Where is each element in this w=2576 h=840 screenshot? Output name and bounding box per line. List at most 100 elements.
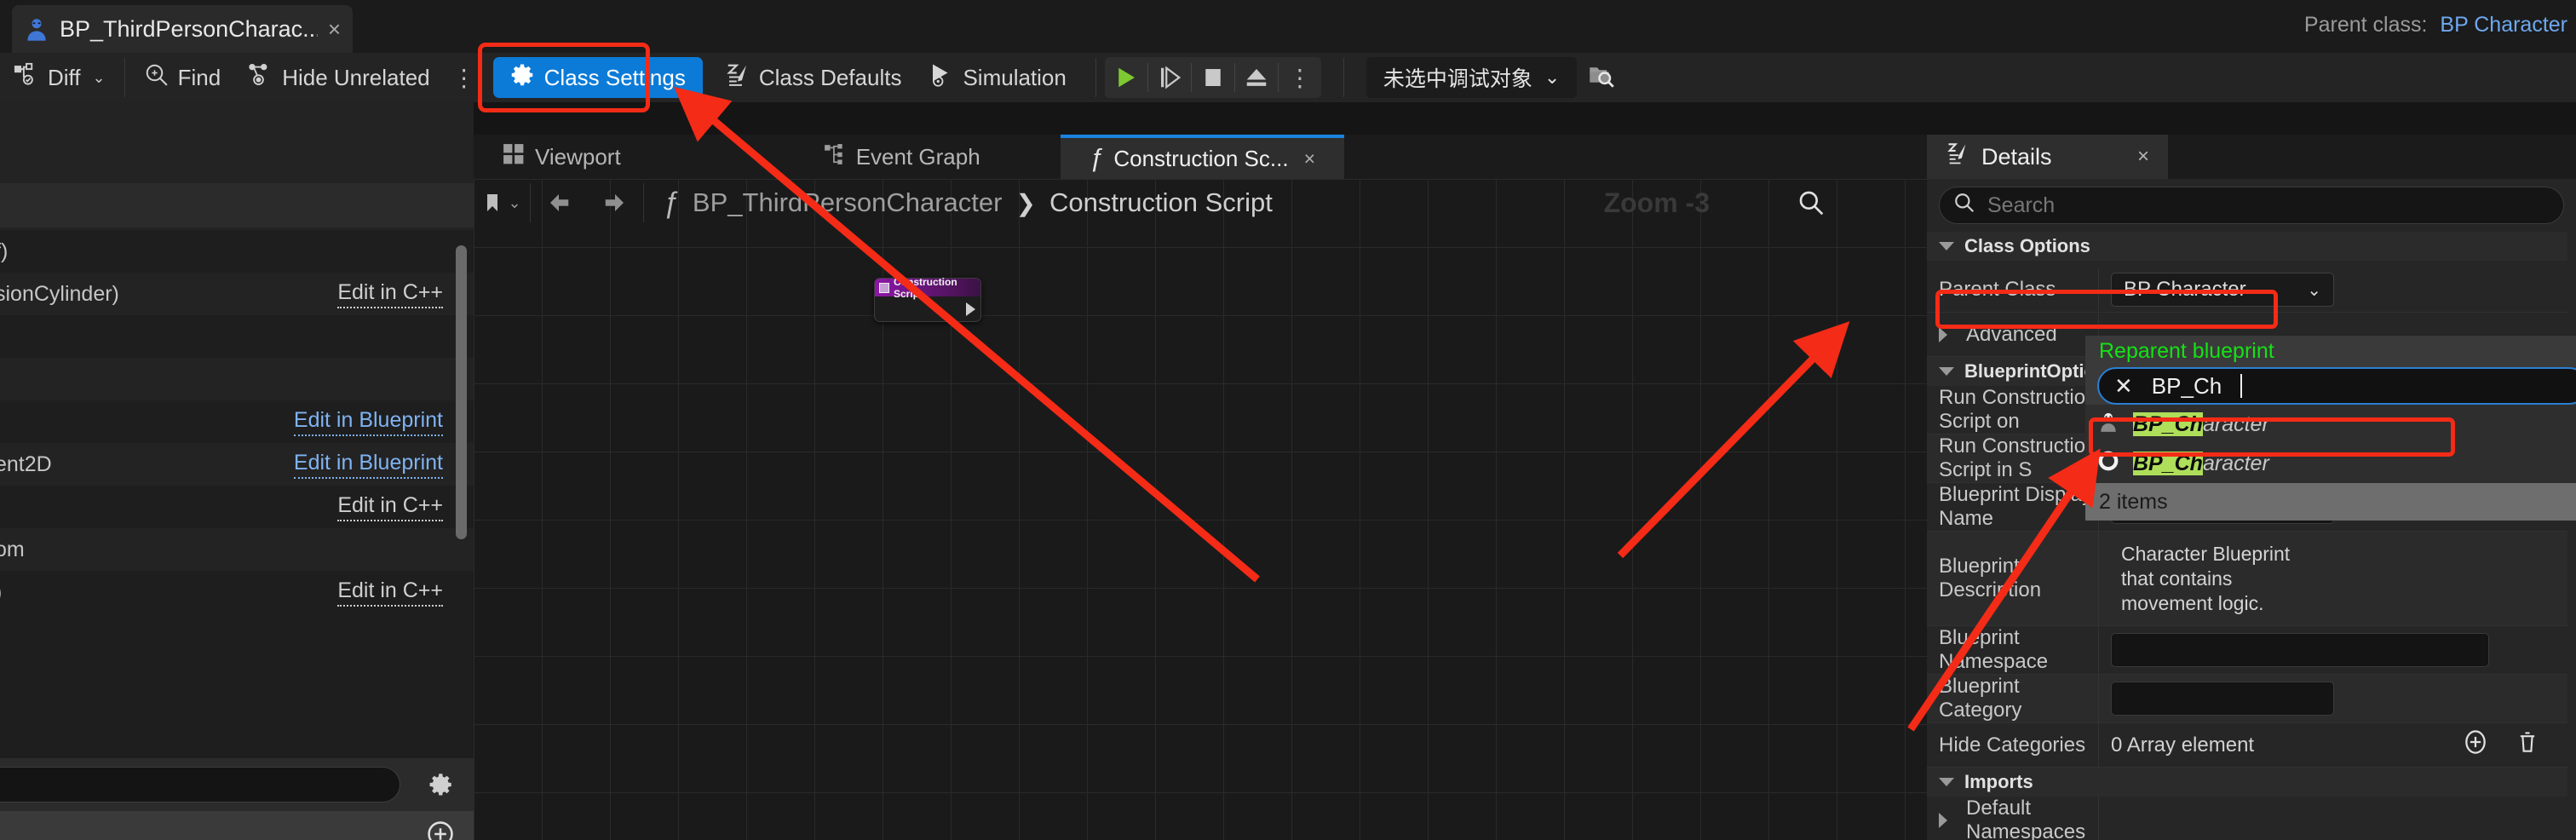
edit-in-cpp-link[interactable]: Edit in C++	[337, 578, 443, 607]
blueprint-namespace-input[interactable]	[2111, 633, 2489, 667]
close-icon[interactable]: ×	[1304, 147, 1315, 170]
class-defaults-icon	[725, 62, 750, 94]
list-item[interactable]: BP_Character	[2085, 405, 2576, 444]
transport-more-button[interactable]: ⋮	[1279, 57, 1321, 98]
list-item[interactable]: ) Edit in C++	[0, 571, 474, 613]
class-settings-button[interactable]: Class Settings	[493, 57, 703, 98]
blueprint-category-input[interactable]	[2111, 682, 2334, 716]
property-row-blueprint-namespace[interactable]: Blueprint Namespace	[1927, 626, 2567, 675]
graph-tab-strip: Viewport Event Graph ƒ Construction Sc..…	[474, 135, 1927, 179]
document-tab-bp-thirdpersoncharacter[interactable]: BP_ThirdPersonCharac... ×	[12, 5, 353, 53]
simulation-icon	[929, 62, 954, 94]
title-bar: BP_ThirdPersonCharac... × Parent class: …	[0, 0, 2576, 53]
kebab-menu-icon: ⋮	[452, 64, 476, 92]
breadcrumb-leaf[interactable]: Construction Script	[1049, 187, 1273, 218]
property-row-hide-categories[interactable]: Hide Categories 0 Array element	[1927, 723, 2567, 768]
add-circle-icon[interactable]	[426, 820, 455, 840]
eject-button[interactable]	[1235, 57, 1278, 98]
list-item[interactable]: Edit in Blueprint	[0, 400, 474, 443]
add-circle-icon[interactable]	[2462, 728, 2489, 762]
graph-canvas[interactable]: ⌄ ƒ BP_ThirdPersonCharacter ❯ Constructi…	[474, 179, 1927, 840]
chevron-down-icon: ⌄	[1544, 66, 1560, 89]
left-panel-search-row	[0, 183, 474, 227]
bookmark-button[interactable]: ⌄	[474, 179, 530, 227]
section-header-imports-label: Imports	[1964, 771, 2033, 793]
find-button[interactable]: Find	[130, 57, 235, 98]
history-back-button[interactable]	[531, 179, 587, 227]
property-row-default-namespaces[interactable]: Default Namespaces	[1927, 797, 2567, 840]
tab-construction-script[interactable]: ƒ Construction Sc... ×	[1061, 135, 1344, 179]
class-defaults-button[interactable]: Class Defaults	[711, 57, 916, 98]
parent-class-note-value[interactable]: BP Character	[2440, 13, 2567, 37]
edit-in-blueprint-link[interactable]: Edit in Blueprint	[294, 408, 443, 436]
left-panel-scrollbar[interactable]	[456, 245, 467, 539]
left-panel-bottom-search-input[interactable]	[0, 767, 400, 803]
section-header-class-options[interactable]: Class Options	[1927, 232, 2567, 261]
toolbar-divider	[124, 58, 125, 97]
list-item[interactable]: sionCylinder) Edit in C++	[0, 273, 474, 315]
parent-class-dropdown[interactable]: BP Character ⌄	[2111, 273, 2334, 307]
simulation-button[interactable]: Simulation	[915, 57, 1079, 98]
gear-icon[interactable]	[426, 770, 455, 803]
property-label: Parent Class	[1927, 268, 2099, 312]
property-label: Advanced	[1927, 313, 2099, 356]
step-button[interactable]	[1148, 57, 1191, 98]
debug-object-dropdown[interactable]: 未选中调试对象 ⌄	[1366, 57, 1577, 98]
reparent-search-field[interactable]: ✕ BP_Ch	[2097, 367, 2576, 405]
spacer-row	[1927, 261, 2567, 268]
play-button[interactable]	[1105, 57, 1147, 98]
details-search-input[interactable]: Search	[1939, 187, 2564, 224]
property-row-blueprint-description[interactable]: Blueprint Description Character Blueprin…	[1927, 532, 2567, 626]
section-header-imports[interactable]: Imports	[1927, 768, 2567, 797]
list-item[interactable]	[0, 315, 474, 358]
exec-out-pin[interactable]	[966, 302, 975, 316]
construction-script-node[interactable]: Construction Script	[874, 278, 981, 322]
breadcrumb-separator: ❯	[1015, 189, 1035, 217]
edit-in-cpp-link[interactable]: Edit in C++	[337, 280, 443, 308]
chevron-down-icon: ⌄	[2307, 279, 2321, 301]
property-row-blueprint-category[interactable]: Blueprint Category	[1927, 675, 2567, 723]
list-item[interactable]	[0, 358, 474, 400]
list-item[interactable]: Edit in C++	[0, 486, 474, 528]
list-item[interactable]: f)	[0, 230, 474, 273]
clear-icon[interactable]: ✕	[2114, 373, 2133, 400]
property-label: Blueprint Display Name	[1927, 483, 2099, 531]
tab-details[interactable]: Details ×	[1927, 135, 2168, 179]
edit-in-blueprint-link[interactable]: Edit in Blueprint	[294, 451, 443, 479]
chevron-down-icon	[1939, 778, 1954, 786]
toolbar-divider-2	[1095, 58, 1096, 97]
trash-icon[interactable]	[2515, 729, 2540, 761]
graph-search-button[interactable]	[1797, 189, 1825, 221]
list-item[interactable]: om	[0, 528, 474, 571]
list-item[interactable]: BP_Character	[2085, 444, 2576, 483]
chevron-down-icon: ⌄	[508, 194, 520, 212]
details-search-row: Search	[1927, 179, 2576, 232]
close-icon[interactable]: ×	[2137, 145, 2149, 169]
chevron-right-icon	[1939, 327, 1947, 342]
diff-button[interactable]: Diff ⌄	[0, 57, 119, 98]
stop-button[interactable]	[1192, 57, 1234, 98]
diff-label: Diff	[48, 65, 81, 91]
list-item[interactable]: ent2D Edit in Blueprint	[0, 443, 474, 486]
breadcrumb-root[interactable]: BP_ThirdPersonCharacter	[693, 187, 1003, 218]
list-item-label: BP_Character	[2133, 412, 2269, 437]
tab-details-label: Details	[1981, 144, 2052, 170]
toolbar-overflow-button[interactable]: ⋮	[444, 57, 485, 98]
chevron-down-icon[interactable]: ⌄	[93, 69, 106, 87]
match-highlight: BP_Ch	[2133, 452, 2203, 475]
property-label: Blueprint Category	[1927, 675, 2099, 722]
close-icon[interactable]: ×	[328, 16, 341, 43]
tab-viewport[interactable]: Viewport	[474, 135, 650, 179]
property-row-parent-class[interactable]: Parent Class BP Character ⌄	[1927, 268, 2567, 313]
simulation-label: Simulation	[963, 65, 1066, 91]
tab-event-graph[interactable]: Event Graph	[795, 135, 1009, 179]
hide-unrelated-button[interactable]: Hide Unrelated	[234, 57, 443, 98]
blueprint-description-value[interactable]: Character Blueprint that contains moveme…	[2111, 537, 2334, 620]
history-forward-button[interactable]	[587, 179, 643, 227]
debug-browse-button[interactable]	[1577, 57, 1626, 98]
zoom-level-label: Zoom -3	[1604, 187, 1710, 219]
edit-in-cpp-link[interactable]: Edit in C++	[337, 493, 443, 521]
list-item-label: f)	[0, 239, 8, 264]
tab-event-graph-label: Event Graph	[856, 144, 980, 170]
class-circle-icon	[2097, 450, 2119, 478]
